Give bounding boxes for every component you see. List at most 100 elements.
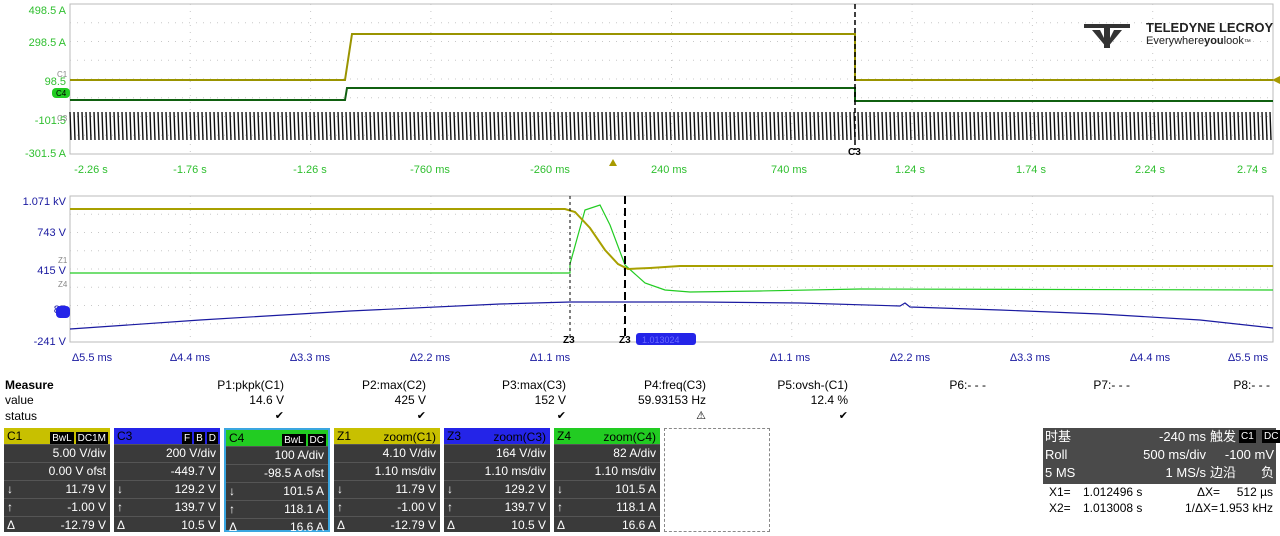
zoom-cursor-a-label: Z3 <box>563 335 575 346</box>
measure-p4-value: 59.93153 Hz <box>637 393 706 407</box>
channel-row-value: 1.10 ms/div <box>374 464 436 478</box>
channel-row-key: ↓ <box>337 482 343 496</box>
z1-marker: Z1 <box>58 256 68 265</box>
channel-row-key: Δ <box>117 518 126 532</box>
channel-row-value: 100 A/div <box>274 448 324 462</box>
svg-text:C4: C4 <box>56 89 67 98</box>
channel-row-key: ↑ <box>229 502 235 516</box>
x-tick-label: Δ4.4 ms <box>170 352 211 364</box>
measure-status-header: status <box>5 409 38 423</box>
trace-c3-top <box>69 111 1272 141</box>
channel-row-value: 16.6 A <box>621 518 656 532</box>
x-tick-label: 740 ms <box>771 164 808 176</box>
x-tick-label: 2.24 s <box>1135 164 1165 176</box>
measure-p2-value: 425 V <box>394 393 426 407</box>
bottom-grid <box>69 195 1274 343</box>
channel-row-value: 5.00 V/div <box>52 446 106 460</box>
measure-p4-name: P4:freq(C3) <box>643 378 706 392</box>
z3-marker-icon[interactable] <box>56 306 70 318</box>
x-tick-label: Δ1.1 ms <box>770 352 811 364</box>
channel-box-c1[interactable]: C1 BwL DC1M 5.00 V/div 0.00 V ofst ↓ 11.79 V ↑ -… <box>4 428 110 532</box>
channel-row-value: 4.10 V/div <box>382 446 436 460</box>
channel-row-value: 129.2 V <box>504 482 546 496</box>
measure-p3-name: P3:max(C3) <box>501 378 566 392</box>
channel-row-key: Δ <box>337 518 346 532</box>
timebase-trigger-panel[interactable]: 时基 -240 ms 触发 C1 DC Roll 500 ms/div -100… <box>1043 428 1280 484</box>
c4-marker[interactable]: C4 <box>52 88 70 98</box>
channel-row-value: 101.5 A <box>615 482 656 496</box>
timebase-samples: 5 MS <box>1045 465 1076 480</box>
channel-row-value: 11.79 V <box>395 482 436 496</box>
x-tick-label: -760 ms <box>410 164 450 176</box>
measure-p5-value: 12.4 % <box>810 393 848 407</box>
measure-p4-status: ⚠ <box>696 410 706 422</box>
channel-box-c3[interactable]: C3 F B D 200 V/div -449.7 V ↓ 129.2 V ↑ 139.7 VΔ1… <box>114 428 220 532</box>
channel-row-key: Δ <box>229 520 238 534</box>
top-cursor-label: C3 <box>848 147 861 158</box>
x-tick-label: Δ5.5 ms <box>1228 352 1269 364</box>
timebase-mode: Roll <box>1045 447 1068 462</box>
channel-row-value: 118.1 A <box>284 502 324 516</box>
waveform-display[interactable]: 498.5 A298.5 A98.5-101.5-301.5 A -2.26 s… <box>0 0 1280 378</box>
zoom-cursor-b-label: Z3 <box>619 335 631 346</box>
x-tick-label: Δ2.2 ms <box>890 352 931 364</box>
channel-row-key: ↓ <box>7 482 13 496</box>
channel-row-value: 200 V/div <box>165 446 216 460</box>
cursor-x2: 1.013008 s <box>1083 501 1143 515</box>
measure-p5-name: P5:ovsh-(C1) <box>777 378 848 392</box>
channel-box-c4[interactable]: C4 BwL DC 100 A/div -98.5 A ofst ↓ 101.5 A ↑ 118… <box>224 428 330 534</box>
channel-row-key: ↑ <box>337 500 343 514</box>
measure-p1-status: ✔ <box>274 410 284 422</box>
y-tick-label: -301.5 A <box>25 148 67 160</box>
measure-p3-value: 152 V <box>534 393 566 407</box>
channel-row-key: ↓ <box>117 482 123 496</box>
timebase-tdiv: 500 ms/div <box>1143 447 1206 462</box>
channel-row-value: -12.79 V <box>60 518 106 532</box>
channel-box-z3[interactable]: Z3 zoom(C3) 164 V/div 1.10 ms/div ↓ 129.2 V ↑ 1… <box>444 428 550 532</box>
measure-table: Measure value status P1:pkpk(C1) 14.6 V ✔ P… <box>0 378 1280 426</box>
svg-text:TELEDYNE LECROY: TELEDYNE LECROY <box>1146 20 1273 35</box>
channel-name: Z4 <box>557 429 572 443</box>
measure-p2-name: P2:max(C2) <box>361 378 426 392</box>
zoom-position-badge[interactable]: 1.013024 <box>636 333 696 345</box>
channel-row-value: 1.10 ms/div <box>484 464 546 478</box>
trigger-marker-icon <box>609 159 617 166</box>
channel-row-key: Δ <box>7 518 16 532</box>
empty-channel-slot[interactable] <box>664 428 770 532</box>
measure-value-header: value <box>5 393 34 407</box>
channel-name: Z3 <box>447 429 462 443</box>
channel-row-value: 129.2 V <box>174 482 216 496</box>
channel-box-z4[interactable]: Z4 zoom(C4) 82 A/div 1.10 ms/div ↓ 101.5 A ↑ 11… <box>554 428 660 532</box>
measure-p6-name: P6:- - - <box>949 378 986 392</box>
channel-row-value: 16.6 A <box>289 520 324 534</box>
timebase-delay: -240 ms <box>1159 429 1206 444</box>
c3-marker: C3 <box>57 114 68 123</box>
channel-row-value: 10.5 V <box>181 518 216 532</box>
x-tick-label: 1.24 s <box>895 164 925 176</box>
channel-row-value: 1.10 ms/div <box>594 464 656 478</box>
svg-text:1.013024: 1.013024 <box>642 335 680 345</box>
channel-row-key: ↑ <box>117 500 123 514</box>
measure-title: Measure <box>5 378 54 392</box>
channel-row-value: 139.7 V <box>174 500 216 514</box>
x-tick-label: Δ4.4 ms <box>1130 352 1171 364</box>
x-tick-label: Δ3.3 ms <box>290 352 331 364</box>
y-tick-label: 743 V <box>37 227 66 239</box>
channel-row-value: 139.7 V <box>504 500 546 514</box>
channel-row-key: ↓ <box>447 482 453 496</box>
measure-p2-status: ✔ <box>416 410 426 422</box>
channel-row-key: ↓ <box>557 482 563 496</box>
measure-p3-status: ✔ <box>556 410 566 422</box>
cursor-inv: 1.953 kHz <box>1218 501 1273 515</box>
trigger-level: -100 mV <box>1224 447 1274 462</box>
channel-box-z1[interactable]: Z1 zoom(C1) 4.10 V/div 1.10 ms/div ↓ 11.79 V ↑… <box>334 428 440 532</box>
channel-row-value: -1.00 V <box>397 500 436 514</box>
timebase-rate: 1 MS/s <box>1165 465 1206 480</box>
x-tick-label: 2.74 s <box>1237 164 1267 176</box>
cursor-x2-label: X2= <box>1049 501 1071 515</box>
measure-p1-value: 14.6 V <box>249 393 284 407</box>
channel-row-value: -98.5 A ofst <box>263 466 324 480</box>
y-tick-label: -241 V <box>34 336 67 348</box>
channel-row-value: -12.79 V <box>390 518 436 532</box>
channel-row-key: Δ <box>447 518 456 532</box>
